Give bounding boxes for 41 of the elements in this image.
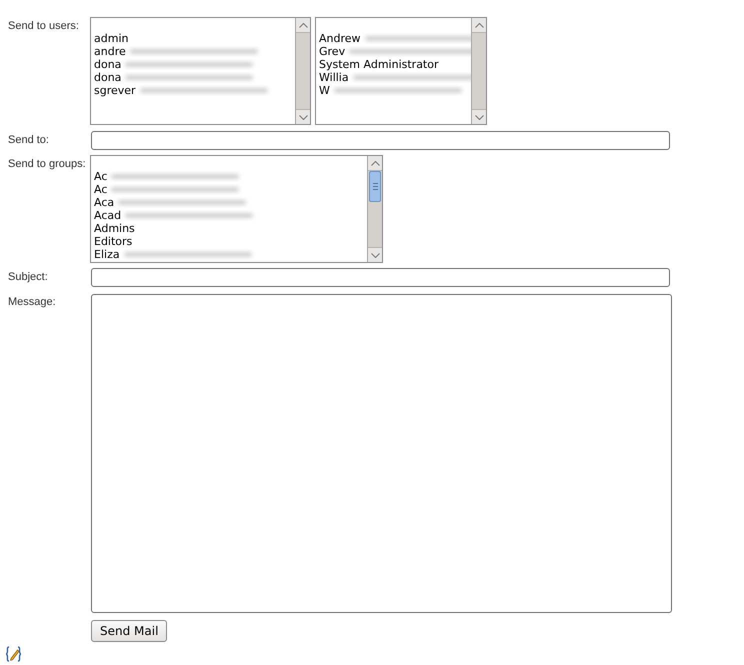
redacted-list-option[interactable]: Andrew: [319, 32, 471, 45]
caret-up-icon[interactable]: [370, 160, 380, 166]
pencil-icon[interactable]: [6, 646, 21, 662]
redacted-list-option[interactable]: W: [319, 84, 471, 97]
redacted-list-option[interactable]: dona: [94, 58, 295, 71]
field-label: Subject:: [8, 271, 48, 284]
redacted-list-option[interactable]: Ac: [94, 170, 367, 183]
send-to-field[interactable]: [91, 131, 670, 150]
send-mail-button[interactable]: Send Mail: [91, 620, 168, 642]
redacted-list-option[interactable]: Willia: [319, 71, 471, 84]
field-label: Send to:: [8, 134, 49, 146]
message-field[interactable]: [91, 294, 672, 613]
subject-field[interactable]: [91, 268, 670, 287]
list-option[interactable]: Editors: [94, 235, 367, 248]
redacted-list-option[interactable]: Eliza: [94, 248, 367, 261]
grip-icon: [372, 183, 378, 190]
caret-up-icon[interactable]: [474, 22, 484, 28]
field-label: Send to users:: [8, 20, 79, 32]
list-box[interactable]: admin andre dona dona sgrever: [90, 17, 311, 125]
redacted-list-option[interactable]: andre: [94, 45, 295, 58]
scrollbar[interactable]: [367, 156, 382, 262]
caret-up-icon[interactable]: [298, 22, 308, 28]
scrollbar[interactable]: [471, 18, 486, 124]
redacted-list-option[interactable]: sgrever: [94, 84, 295, 97]
scrollbar[interactable]: [295, 18, 310, 124]
list-box[interactable]: Ac Ac Aca Acad Admins Editors Eliza: [90, 155, 383, 263]
list-box[interactable]: Andrew Grev System Administrator Willia W: [315, 17, 487, 125]
redacted-list-option[interactable]: Grev: [319, 45, 471, 58]
redacted-list-option[interactable]: Aca: [94, 196, 367, 209]
field-label: Message:: [8, 296, 56, 308]
field-label: Send to groups:: [8, 158, 86, 170]
list-option[interactable]: System Administrator: [319, 58, 471, 71]
caret-down-icon[interactable]: [370, 252, 380, 258]
caret-down-icon[interactable]: [474, 114, 484, 120]
list-option[interactable]: Admins: [94, 222, 367, 235]
redacted-list-option[interactable]: Acad: [94, 209, 367, 222]
scrollbar-thumb[interactable]: [369, 171, 381, 202]
redacted-list-option[interactable]: dona: [94, 71, 295, 84]
redacted-list-option[interactable]: Ac: [94, 183, 367, 196]
caret-down-icon[interactable]: [298, 114, 308, 120]
list-option[interactable]: admin: [94, 32, 295, 45]
